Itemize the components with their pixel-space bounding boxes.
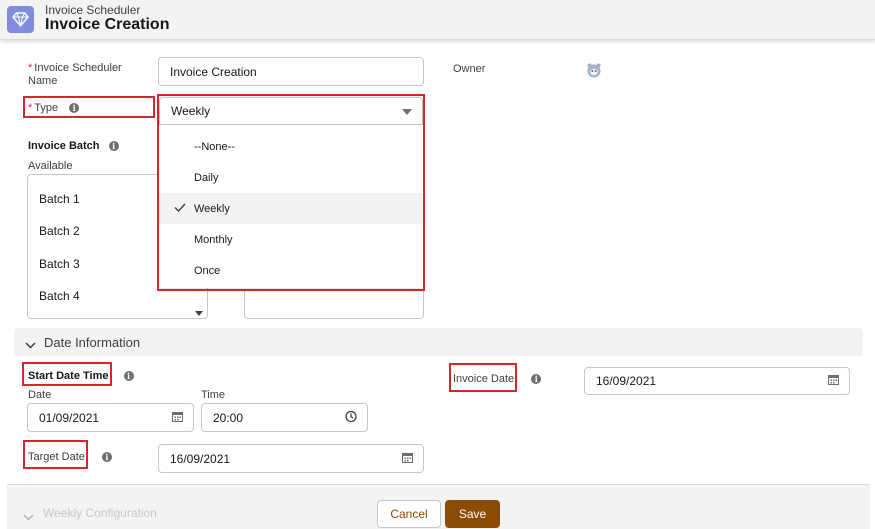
available-label: Available — [28, 160, 73, 172]
owner-label: Owner — [453, 63, 486, 75]
save-button[interactable]: Save — [445, 500, 500, 528]
clock-icon[interactable] — [345, 410, 357, 425]
invoice-batch-info-icon[interactable]: i — [108, 141, 119, 152]
cancel-button[interactable]: Cancel — [377, 500, 441, 528]
date-label: Date — [28, 389, 52, 401]
invoice-date-info-icon[interactable]: i — [531, 374, 542, 385]
chevron-down-icon — [25, 337, 36, 352]
scroll-down-icon[interactable] — [195, 303, 203, 318]
list-item[interactable]: Batch 4 — [39, 289, 80, 303]
list-item[interactable]: Batch 2 — [39, 224, 80, 238]
list-item[interactable]: Batch 1 — [39, 192, 80, 206]
type-dropdown-highlight — [157, 94, 425, 291]
target-date-highlight — [23, 440, 88, 469]
page-header: Invoice Scheduler Invoice Creation — [0, 0, 875, 40]
time-label: Time — [201, 389, 226, 401]
target-date-info-icon[interactable]: i — [101, 452, 112, 463]
page-title: Invoice Creation — [45, 16, 170, 33]
start-date-time-info-icon[interactable]: i — [123, 371, 134, 382]
selected-batches-listbox[interactable] — [244, 290, 424, 319]
type-label-highlight — [23, 96, 155, 118]
invoice-batch-label: Invoice Batch i — [28, 140, 119, 153]
invoice-date-highlight — [449, 363, 517, 392]
weekly-configuration-section-header[interactable]: Weekly Configuration — [43, 506, 157, 520]
name-label: * Invoice Scheduler Name — [28, 62, 122, 87]
list-item[interactable]: Batch 3 — [39, 257, 80, 271]
start-date-time-highlight — [22, 362, 112, 386]
calendar-icon[interactable] — [828, 374, 839, 388]
target-date-input[interactable]: 16/09/2021 — [158, 444, 424, 473]
invoice-date-input[interactable]: 16/09/2021 — [584, 367, 850, 395]
owner-avatar-icon[interactable] — [586, 62, 602, 83]
footer-bar: Weekly Configuration Cancel Save — [7, 484, 870, 529]
date-information-section-header[interactable]: Date Information — [14, 328, 863, 356]
chevron-down-icon — [23, 508, 34, 526]
object-label: Invoice Scheduler — [45, 3, 141, 17]
start-date-input[interactable]: 01/09/2021 — [27, 403, 194, 432]
diamond-icon — [7, 6, 34, 33]
scheduler-name-input[interactable]: Invoice Creation — [158, 57, 424, 86]
calendar-icon[interactable] — [402, 452, 413, 466]
start-time-input[interactable]: 20:00 — [201, 403, 368, 432]
calendar-icon[interactable] — [172, 411, 183, 425]
